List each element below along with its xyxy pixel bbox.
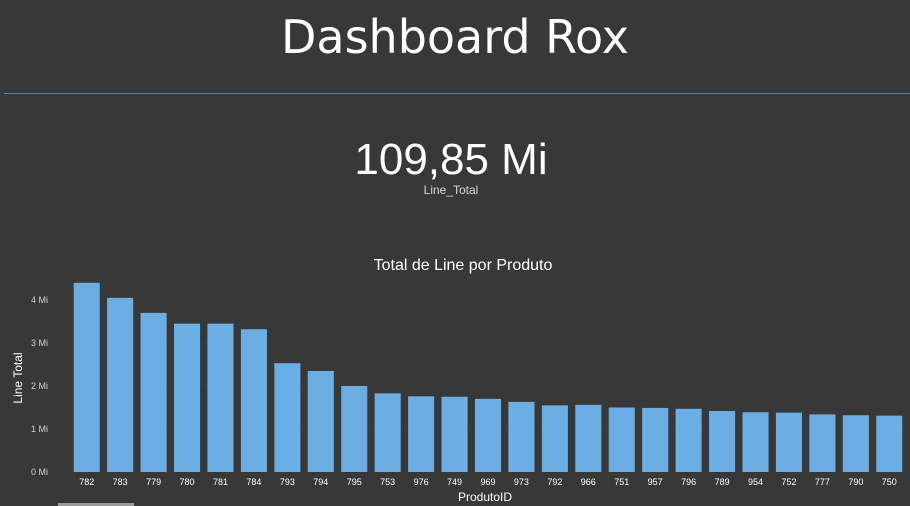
bar-794[interactable] [307, 370, 334, 472]
bar-789[interactable] [709, 410, 736, 472]
bar-750[interactable] [876, 415, 903, 472]
x-tick-label: 752 [781, 477, 796, 487]
bar-783[interactable] [107, 297, 134, 472]
bar-753[interactable] [374, 393, 401, 472]
kpi-card-label: Line_Total [423, 183, 479, 197]
x-tick-label: 789 [715, 477, 730, 487]
y-tick-label: 4 Mi [31, 295, 48, 305]
x-tick-label: 784 [246, 477, 261, 487]
x-axis-title: ProdutoID [458, 490, 512, 503]
chart-title: Total de Line por Produto [374, 257, 553, 274]
x-tick-label: 749 [447, 477, 462, 487]
bar-795[interactable] [341, 386, 368, 472]
x-tick-label: 976 [414, 477, 429, 487]
bar-973[interactable] [508, 401, 535, 472]
bar-784[interactable] [240, 329, 267, 472]
bar-749[interactable] [441, 396, 468, 472]
x-tick-label: 779 [146, 477, 161, 487]
bar-781[interactable] [207, 323, 234, 472]
y-tick-label: 3 Mi [31, 338, 48, 348]
bar-chart[interactable]: Total de Line por Produto 0 Mi 1 Mi 2 Mi 3 … [0, 245, 910, 503]
title-divider [4, 93, 910, 94]
x-tick-label: 777 [815, 477, 830, 487]
x-tick-label: 793 [280, 477, 295, 487]
bar-976[interactable] [408, 396, 435, 472]
x-tick-label: 794 [313, 477, 328, 487]
y-tick-label: 1 Mi [31, 424, 48, 434]
x-tick-label: 966 [581, 477, 596, 487]
x-tick-label: 796 [681, 477, 696, 487]
bar-777[interactable] [809, 414, 836, 472]
bar-792[interactable] [541, 405, 568, 472]
x-tick-label: 751 [614, 477, 629, 487]
y-axis-title: Line Total [11, 352, 25, 403]
kpi-card-value[interactable]: 109,85 Mi [0, 134, 902, 186]
x-tick-label: 795 [347, 477, 362, 487]
x-tick-label: 954 [748, 477, 763, 487]
y-axis-ticks: 0 Mi 1 Mi 2 Mi 3 Mi 4 Mi [31, 295, 48, 477]
bar-779[interactable] [140, 312, 167, 472]
bar-966[interactable] [575, 404, 602, 472]
x-tick-label: 783 [113, 477, 128, 487]
bar-790[interactable] [842, 415, 869, 472]
x-axis-ticks: 782 783 779 780 781 784 793 794 795 753 976 749 969 9… [79, 477, 897, 487]
x-tick-label: 753 [380, 477, 395, 487]
y-tick-label: 0 Mi [31, 467, 48, 477]
bar-782[interactable] [73, 282, 100, 472]
y-tick-label: 2 Mi [31, 381, 48, 391]
x-tick-label: 969 [480, 477, 495, 487]
bar-752[interactable] [775, 412, 803, 472]
chart-bars[interactable] [73, 282, 903, 473]
x-tick-label: 973 [514, 477, 529, 487]
bar-751[interactable] [608, 407, 635, 473]
x-tick-label: 790 [848, 477, 863, 487]
x-tick-label: 957 [648, 477, 663, 487]
x-tick-label: 750 [882, 477, 897, 487]
bar-969[interactable] [474, 398, 502, 472]
x-tick-label: 782 [79, 477, 94, 487]
x-tick-label: 780 [180, 477, 195, 487]
x-tick-label: 781 [213, 477, 228, 487]
bar-796[interactable] [675, 408, 702, 472]
dashboard-title: Dashboard Rox [280, 10, 630, 64]
x-tick-label: 792 [547, 477, 562, 487]
bar-793[interactable] [274, 363, 301, 472]
bar-957[interactable] [642, 407, 669, 472]
bar-780[interactable] [173, 323, 201, 472]
bar-954[interactable] [742, 412, 769, 472]
